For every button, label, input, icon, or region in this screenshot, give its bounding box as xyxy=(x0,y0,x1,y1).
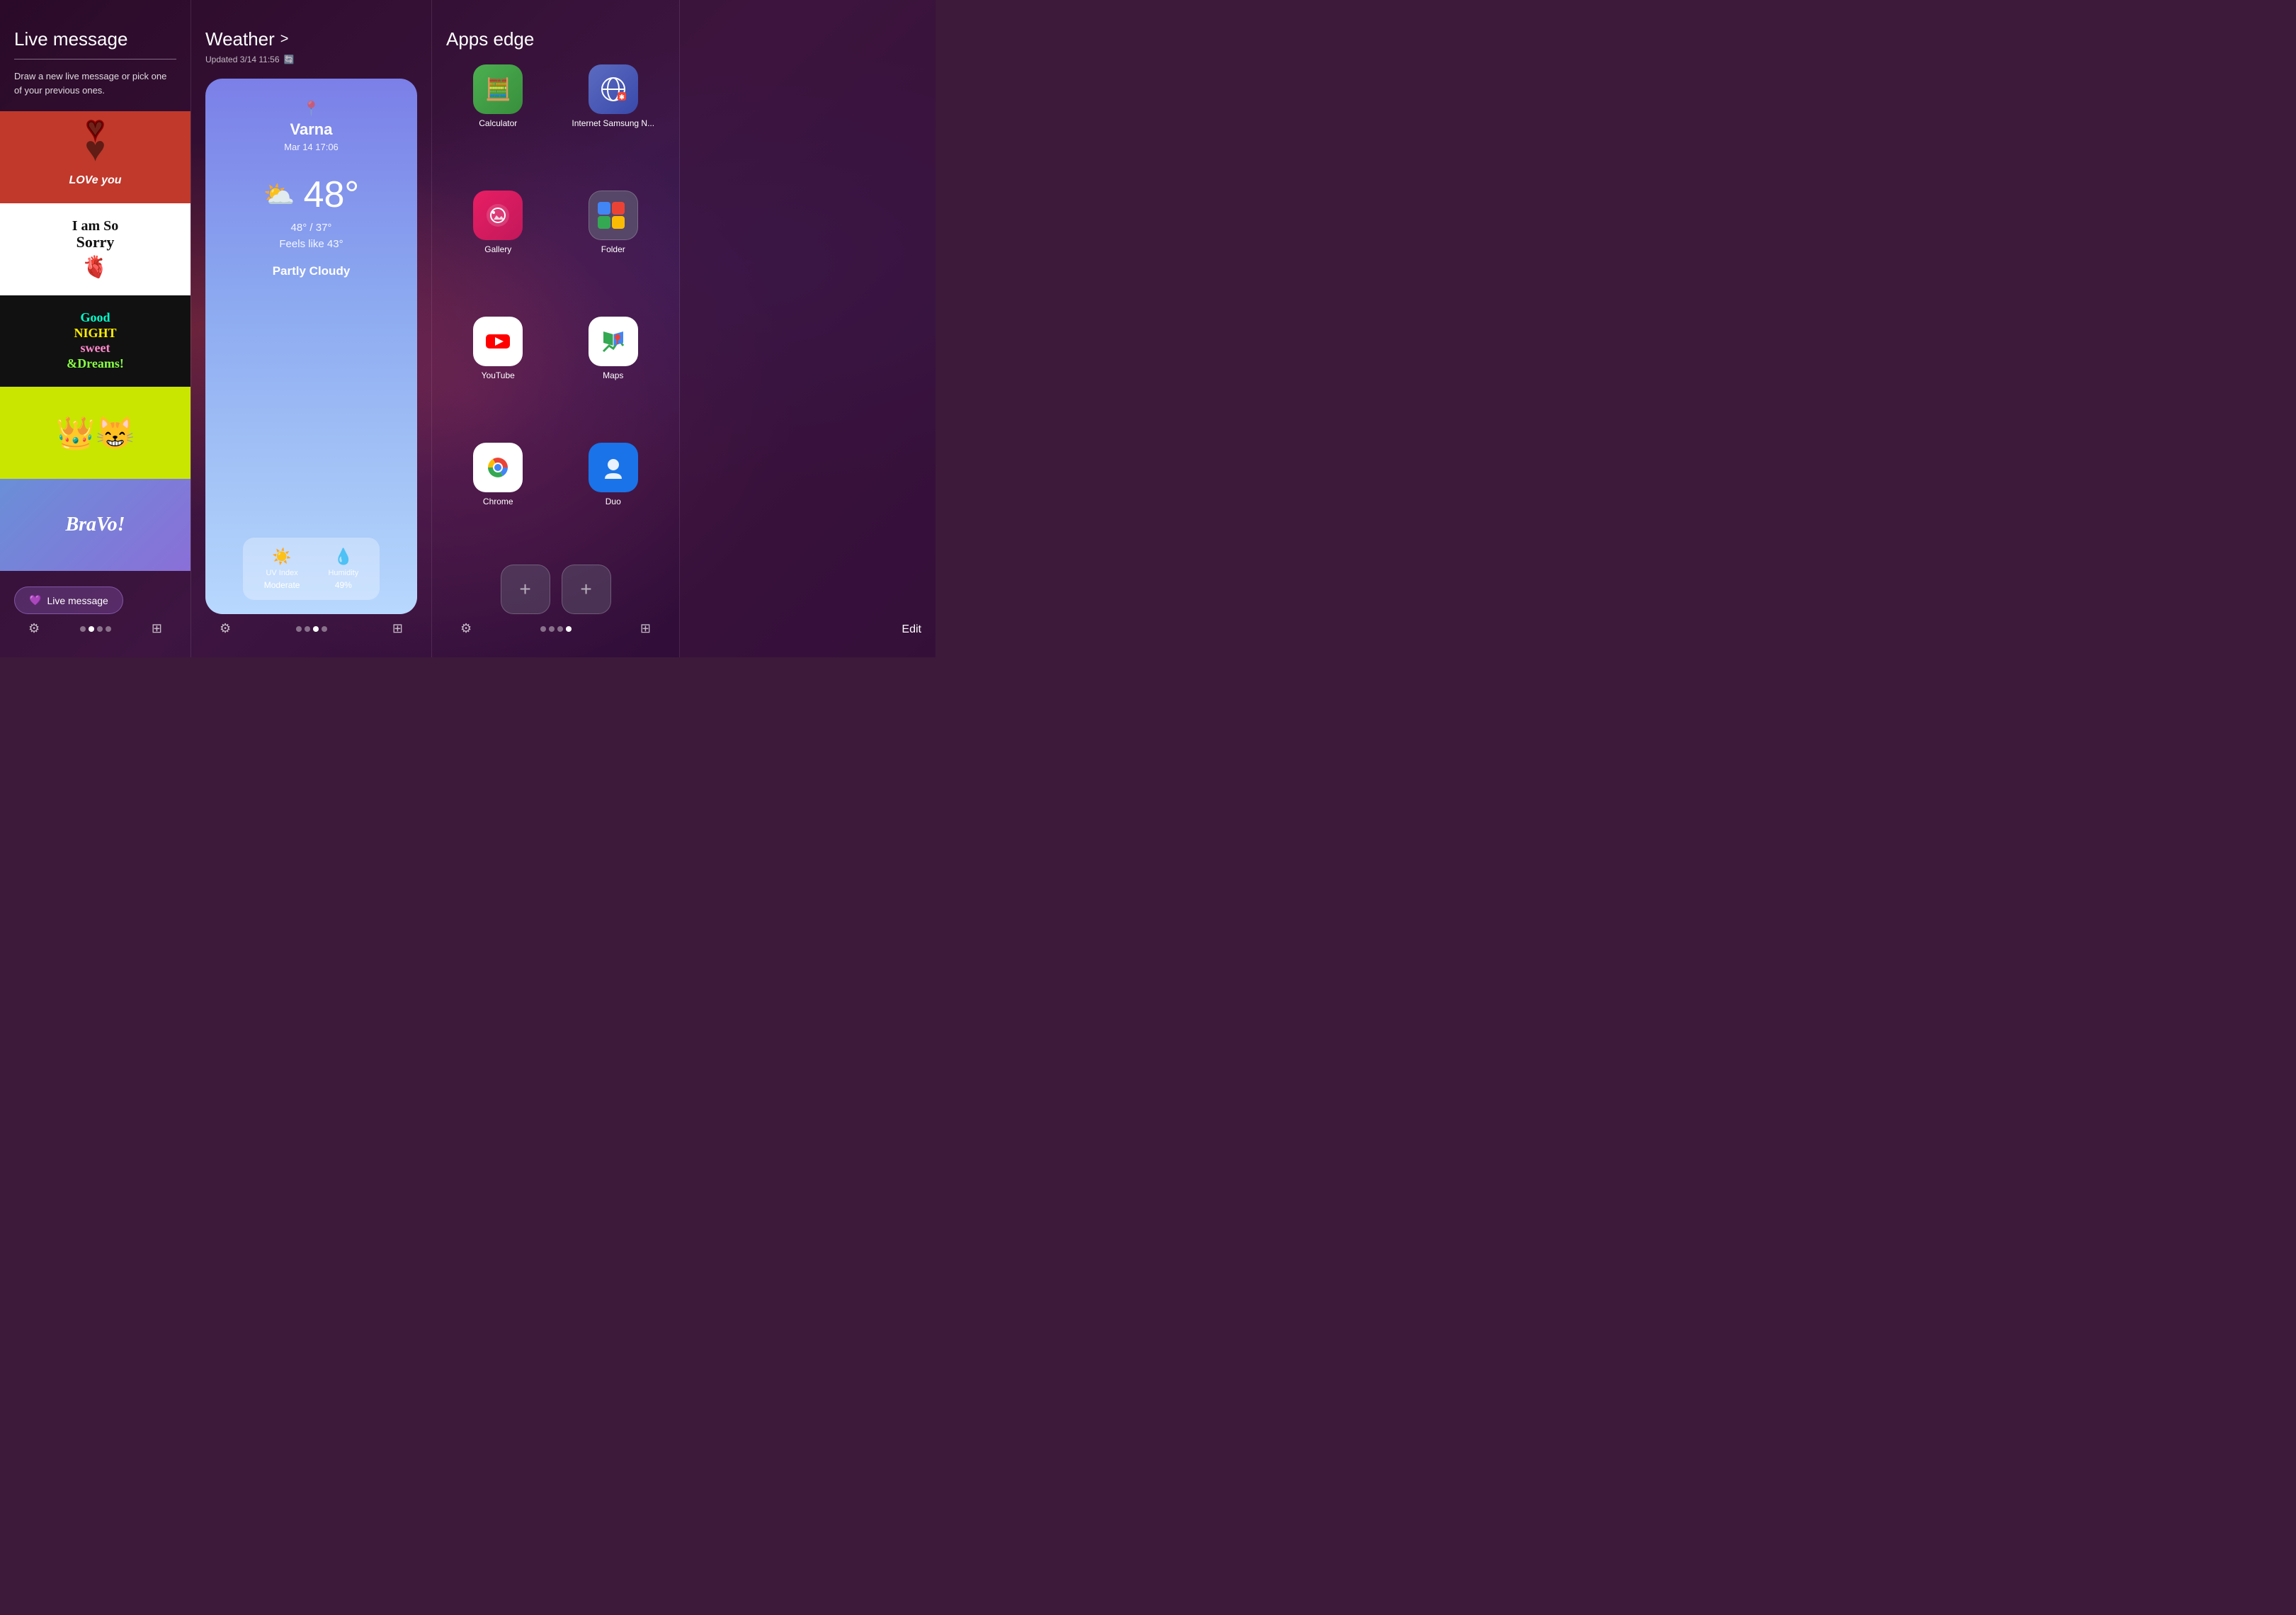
panel1-bottom-bar: ⚙ ⊞ xyxy=(14,614,176,643)
add-buttons-row: + + xyxy=(446,565,665,614)
app-duo[interactable]: Duo xyxy=(562,443,666,557)
apps-grid: 🧮 Calculator ✱ Internet Samsung N... xyxy=(446,64,665,557)
weather-temp-row: ⛅ 48° xyxy=(263,174,359,216)
dot-p3-4[interactable] xyxy=(566,626,572,632)
partly-cloudy-icon: ⛅ xyxy=(263,180,295,210)
app-chrome[interactable]: Chrome xyxy=(446,443,550,557)
page-dots xyxy=(80,626,111,632)
folder-label: Folder xyxy=(601,244,625,254)
chrome-label: Chrome xyxy=(483,497,513,506)
settings-icon[interactable]: ⚙ xyxy=(28,621,40,636)
duo-label: Duo xyxy=(606,497,621,506)
settings-icon-p2[interactable]: ⚙ xyxy=(220,621,231,636)
weather-city: Varna xyxy=(290,120,333,139)
add-button-1[interactable]: + xyxy=(501,565,550,614)
panel3-bottom-bar: ⚙ ⊞ xyxy=(446,614,665,643)
duo-icon xyxy=(589,443,638,492)
folder-icon xyxy=(589,191,638,240)
maps-icon xyxy=(589,317,638,366)
chrome-icon xyxy=(473,443,523,492)
youtube-label: YouTube xyxy=(482,370,515,380)
page-dots-p2 xyxy=(296,626,327,632)
dot-3 xyxy=(97,626,103,632)
live-image-crown[interactable]: 👑😸 xyxy=(0,387,191,479)
gallery-icon xyxy=(473,191,523,240)
calculator-label: Calculator xyxy=(479,118,517,128)
calculator-icon: 🧮 xyxy=(473,64,523,114)
live-image-sorry[interactable]: I am So Sorry 🫀 xyxy=(0,203,191,295)
app-maps[interactable]: Maps xyxy=(562,317,666,431)
humidity-stat: 💧 Humidity 49% xyxy=(328,548,358,590)
gallery-label: Gallery xyxy=(484,244,511,254)
app-youtube[interactable]: YouTube xyxy=(446,317,550,431)
svg-text:✱: ✱ xyxy=(619,94,625,101)
weather-stats: ☀️ UV Index Moderate 💧 Humidity 49% xyxy=(243,538,380,600)
weather-title: Weather xyxy=(205,28,275,50)
app-internet[interactable]: ✱ Internet Samsung N... xyxy=(562,64,666,179)
dot-p3-1 xyxy=(540,626,546,632)
title-divider xyxy=(14,59,176,60)
apps-edge-title: Apps edge xyxy=(446,28,665,50)
refresh-icon[interactable]: 🔄 xyxy=(284,55,295,64)
maps-label: Maps xyxy=(603,370,623,380)
live-image-love-you[interactable]: ♥ ♥ ♥ LOVe you xyxy=(0,111,191,203)
weather-date: Mar 14 17:06 xyxy=(284,142,339,152)
dot-p3-3 xyxy=(557,626,563,632)
weather-temperature: 48° xyxy=(304,174,360,216)
weather-condition: Partly Cloudy xyxy=(273,264,351,278)
dot-p2-3[interactable] xyxy=(313,626,319,632)
grid-icon-p2[interactable]: ⊞ xyxy=(392,621,403,636)
page-dots-p3 xyxy=(540,626,572,632)
youtube-icon xyxy=(473,317,523,366)
uv-index-stat: ☀️ UV Index Moderate xyxy=(264,548,300,590)
apps-edge-panel: Apps edge 🧮 Calculator ✱ xyxy=(432,0,680,657)
weather-updated: Updated 3/14 11:56 🔄 xyxy=(205,55,417,64)
right-panel: Edit xyxy=(680,0,936,657)
live-message-images: ♥ ♥ ♥ LOVe you I am So Sorry 🫀 xyxy=(0,111,191,571)
settings-icon-p3[interactable]: ⚙ xyxy=(460,621,472,636)
heart-icon: 💜 xyxy=(29,594,41,606)
dot-4 xyxy=(106,626,111,632)
panel2-bottom-bar: ⚙ ⊞ xyxy=(205,614,417,643)
weather-feels-like: Feels like 43° xyxy=(279,238,343,250)
internet-label: Internet Samsung N... xyxy=(572,118,654,128)
dot-p2-4 xyxy=(322,626,327,632)
grid-icon-p3[interactable]: ⊞ xyxy=(640,621,651,636)
edit-row: Edit xyxy=(694,623,921,643)
weather-chevron-icon[interactable]: > xyxy=(280,31,289,47)
dot-p2-1 xyxy=(296,626,302,632)
live-image-goodnight[interactable]: Good NIGHT sweet &Dreams! xyxy=(0,295,191,387)
uv-icon: ☀️ xyxy=(272,548,291,566)
live-message-button[interactable]: 💜 Live message xyxy=(14,586,123,614)
internet-icon: ✱ xyxy=(589,64,638,114)
weather-hi-lo: 48° / 37° xyxy=(291,222,332,234)
weather-card[interactable]: 📍 Varna Mar 14 17:06 ⛅ 48° 48° / 37° Fee… xyxy=(205,79,417,614)
weather-panel: Weather > Updated 3/14 11:56 🔄 📍 Varna M… xyxy=(191,0,432,657)
live-message-panel: Live message Draw a new live message or … xyxy=(0,0,191,657)
dot-p2-2 xyxy=(305,626,310,632)
dot-p3-2 xyxy=(549,626,555,632)
location-off-icon: 📍 xyxy=(302,100,320,118)
dot-2[interactable] xyxy=(89,626,94,632)
live-message-description: Draw a new live message or pick one of y… xyxy=(14,69,176,97)
app-folder[interactable]: Folder xyxy=(562,191,666,305)
app-calculator[interactable]: 🧮 Calculator xyxy=(446,64,550,179)
humidity-icon: 💧 xyxy=(334,548,353,566)
add-button-2[interactable]: + xyxy=(562,565,611,614)
dot-1 xyxy=(80,626,86,632)
weather-header: Weather > xyxy=(205,28,417,50)
edit-button[interactable]: Edit xyxy=(902,623,921,636)
live-message-title: Live message xyxy=(14,28,176,50)
grid-icon[interactable]: ⊞ xyxy=(152,621,162,636)
app-gallery[interactable]: Gallery xyxy=(446,191,550,305)
live-image-bravo[interactable]: BraVo! xyxy=(0,479,191,571)
